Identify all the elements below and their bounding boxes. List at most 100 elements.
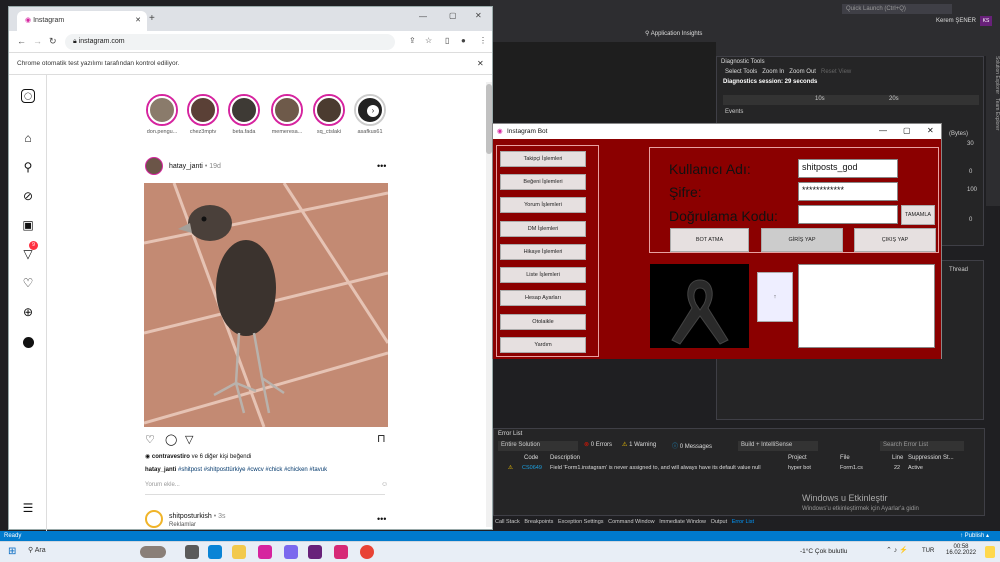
explorer-icon[interactable] [232, 545, 246, 559]
errors-filter[interactable]: ⊗ 0 Errors [584, 441, 612, 448]
create-icon[interactable]: ⊕ [21, 305, 35, 319]
share-post-icon[interactable]: ▽ [185, 433, 193, 446]
bot-minimize-icon[interactable]: — [879, 126, 887, 135]
infobar-close-icon[interactable]: ✕ [477, 59, 484, 68]
tray-icons[interactable]: ⌃ ♪ ⚡ [886, 546, 908, 554]
story-next-icon[interactable]: › [367, 105, 379, 117]
password-input[interactable]: ************ [798, 182, 898, 201]
help-button[interactable]: Yardım [500, 337, 586, 353]
likes-button[interactable]: Beğeni İşlemleri [500, 174, 586, 190]
like-icon[interactable]: ♡ [145, 433, 155, 446]
next-post-user[interactable]: shitposturkish [169, 513, 212, 520]
col-line[interactable]: Line [892, 455, 903, 461]
select-tools-button[interactable]: Select Tools [725, 69, 757, 75]
tab-breakpoints[interactable]: Breakpoints [524, 519, 553, 525]
back-icon[interactable]: ← [17, 36, 26, 46]
emoji-icon[interactable]: ☺ [381, 481, 388, 488]
chrome-icon[interactable] [360, 545, 374, 559]
story-avatar[interactable] [146, 94, 178, 126]
tab-call-stack[interactable]: Call Stack [495, 519, 520, 525]
weather-text[interactable]: -1°C Çok bulutlu [800, 548, 847, 555]
avatar[interactable]: KS [980, 16, 992, 26]
col-file[interactable]: File [840, 455, 850, 461]
logout-button[interactable]: ÇIKIŞ YAP [854, 228, 936, 252]
post-more-icon[interactable]: ••• [377, 161, 386, 171]
bot-start-button[interactable]: BOT ATMA [670, 228, 749, 252]
confirm-button[interactable]: TAMAMLA [901, 205, 935, 225]
menu-icon[interactable]: ⋮ [479, 36, 487, 45]
instagram-bot-taskbar-icon[interactable] [258, 545, 272, 559]
language-indicator[interactable]: TUR [922, 548, 934, 554]
heart-icon[interactable]: ♡ [21, 276, 35, 290]
tab-output[interactable]: Output [711, 519, 728, 525]
login-button[interactable]: GİRİŞ YAP [761, 228, 843, 252]
instagram-logo-icon[interactable]: ◯ [21, 89, 35, 103]
tab-immediate-window[interactable]: Immediate Window [659, 519, 706, 525]
warnings-filter[interactable]: ⚠ 1 Warning [622, 441, 656, 448]
bot-close-icon[interactable]: ✕ [927, 126, 934, 135]
account-settings-button[interactable]: Hesap Ayarları [500, 290, 586, 306]
publish-button[interactable]: ↑ Publish ▴ [960, 531, 989, 541]
post-image[interactable] [144, 183, 388, 427]
app-insights-button[interactable]: ⚲ Application Insights [645, 30, 702, 37]
star-icon[interactable]: ☆ [425, 36, 432, 45]
comment-input[interactable]: Yorum ekle... [145, 482, 385, 495]
output-box[interactable] [798, 264, 935, 348]
col-project[interactable]: Project [788, 455, 807, 461]
comments-button[interactable]: Yorum İşlemleri [500, 197, 586, 213]
explore-icon[interactable]: ⊘ [21, 189, 35, 203]
username-input[interactable]: shitposts_god [798, 159, 898, 178]
reload-icon[interactable]: ↻ [49, 36, 57, 47]
caption-user[interactable]: hatay_janti [145, 467, 176, 473]
minimize-icon[interactable]: — [419, 12, 427, 21]
story-avatar[interactable] [313, 94, 345, 126]
clock[interactable]: 00:58 16.02.2022 [946, 544, 976, 556]
edge-icon[interactable] [208, 545, 222, 559]
browser-tab[interactable]: ◉ Instagram ✕ [17, 11, 147, 31]
story-avatar[interactable] [187, 94, 219, 126]
profile-avatar[interactable] [23, 337, 34, 348]
weather-widget-icon[interactable] [140, 546, 166, 558]
hamburger-menu-icon[interactable]: ☰ [21, 501, 35, 515]
likes-user[interactable]: contravestiro [152, 454, 190, 460]
close-tab-icon[interactable]: ✕ [135, 16, 141, 24]
row-code[interactable]: CS0649 [522, 465, 542, 471]
app-taskbar-icon[interactable] [284, 545, 298, 559]
tab-command-window[interactable]: Command Window [608, 519, 654, 525]
forward-icon[interactable]: → [33, 36, 42, 46]
close-window-icon[interactable]: ✕ [475, 11, 482, 20]
next-post-avatar[interactable] [145, 510, 163, 528]
search-icon[interactable]: ⚲ [21, 160, 35, 174]
task-view-icon[interactable] [185, 545, 199, 559]
build-dropdown[interactable]: Build + IntelliSense [738, 441, 818, 451]
story-avatar[interactable] [271, 94, 303, 126]
windows-start-icon[interactable]: ⊞ [8, 546, 16, 557]
taskbar-search[interactable]: ⚲ Ara [28, 546, 46, 554]
col-description[interactable]: Description [550, 455, 580, 461]
table-row[interactable]: ⚠ CS0649 Field 'Form1.instagram' is neve… [498, 465, 982, 475]
error-search-input[interactable]: Search Error List [880, 441, 964, 451]
dm-button[interactable]: DM İşlemleri [500, 221, 586, 237]
zoom-out-button[interactable]: Zoom Out [789, 69, 816, 75]
bot-maximize-icon[interactable]: ▢ [903, 126, 911, 135]
new-tab-icon[interactable]: + [149, 13, 155, 24]
small-action-button[interactable]: ↑ [757, 272, 793, 322]
tab-error-list[interactable]: Error List [732, 519, 754, 525]
vs-user[interactable]: Kerem ŞENER [936, 18, 976, 24]
story-avatar[interactable] [228, 94, 260, 126]
followers-button[interactable]: Takipçi İşlemleri [500, 151, 586, 167]
zoom-in-button[interactable]: Zoom In [762, 69, 784, 75]
verification-code-input[interactable] [798, 205, 898, 224]
maximize-icon[interactable]: ▢ [449, 11, 457, 20]
reels-icon[interactable]: ▣ [21, 218, 35, 232]
lists-button[interactable]: Liste İşlemleri [500, 267, 586, 283]
reset-view-button[interactable]: Reset View [821, 69, 851, 75]
stories-button[interactable]: Hikaye İşlemleri [500, 244, 586, 260]
address-input[interactable]: 🔒︎ instagram.com [65, 34, 395, 50]
home-icon[interactable]: ⌂ [21, 131, 35, 145]
post-avatar[interactable] [145, 157, 163, 175]
messages-filter[interactable]: ⓘ 0 Messages [672, 441, 712, 450]
profile-icon[interactable]: ● [461, 36, 466, 45]
sidepanel-icon[interactable]: ▯ [445, 36, 449, 45]
visual-studio-icon[interactable] [308, 545, 322, 559]
